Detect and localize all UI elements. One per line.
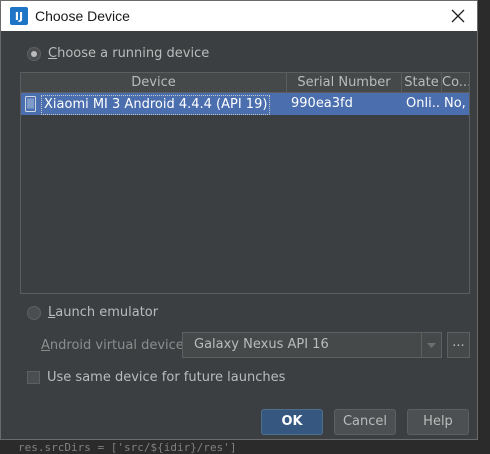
device-table[interactable]: Device Serial Number State Co... Xiaomi … [20, 72, 470, 294]
column-compatible[interactable]: Co... [442, 73, 469, 92]
column-serial-number[interactable]: Serial Number [287, 73, 402, 92]
choose-running-device-radio[interactable] [27, 47, 41, 61]
cell-serial: 990ea3fd [287, 93, 402, 115]
cell-compatible: No, [442, 93, 469, 115]
avd-label: Android virtual device: [41, 338, 189, 353]
column-device[interactable]: Device [21, 73, 287, 92]
same-device-checkbox[interactable] [27, 371, 40, 384]
phone-icon [25, 96, 36, 112]
window-title: Choose Device [35, 8, 130, 24]
intellij-icon: IJ [10, 7, 28, 25]
ok-button[interactable]: OK [261, 409, 323, 435]
choose-running-device-label[interactable]: Choose a running device [48, 46, 209, 61]
close-icon[interactable] [449, 7, 467, 25]
launch-emulator-radio[interactable] [27, 306, 41, 320]
launch-emulator-label[interactable]: Launch emulator [48, 305, 158, 320]
chevron-down-icon [427, 343, 436, 348]
device-name: Xiaomi MI 3 Android 4.4.4 (API 19) [41, 95, 271, 115]
same-device-label[interactable]: Use same device for future launches [47, 370, 285, 385]
table-header: Device Serial Number State Co... [21, 73, 469, 93]
help-button[interactable]: Help [407, 409, 469, 435]
cell-state: Onli... [402, 93, 442, 115]
column-state[interactable]: State [402, 73, 442, 92]
table-row[interactable]: Xiaomi MI 3 Android 4.4.4 (API 19) 990ea… [21, 93, 469, 115]
title-bar: IJ Choose Device [1, 1, 477, 31]
cell-device: Xiaomi MI 3 Android 4.4.4 (API 19) [21, 93, 287, 115]
cancel-button[interactable]: Cancel [334, 409, 396, 435]
combo-arrow[interactable] [421, 333, 441, 357]
avd-combobox[interactable]: Galaxy Nexus API 16 [182, 332, 442, 358]
choose-device-dialog: IJ Choose Device Choose a running device… [0, 0, 478, 440]
avd-more-button[interactable]: ... [447, 332, 470, 358]
background-code-line: res.srcDirs = ['src/${idir}/res'] [18, 441, 237, 454]
avd-selected-value: Galaxy Nexus API 16 [194, 337, 329, 352]
